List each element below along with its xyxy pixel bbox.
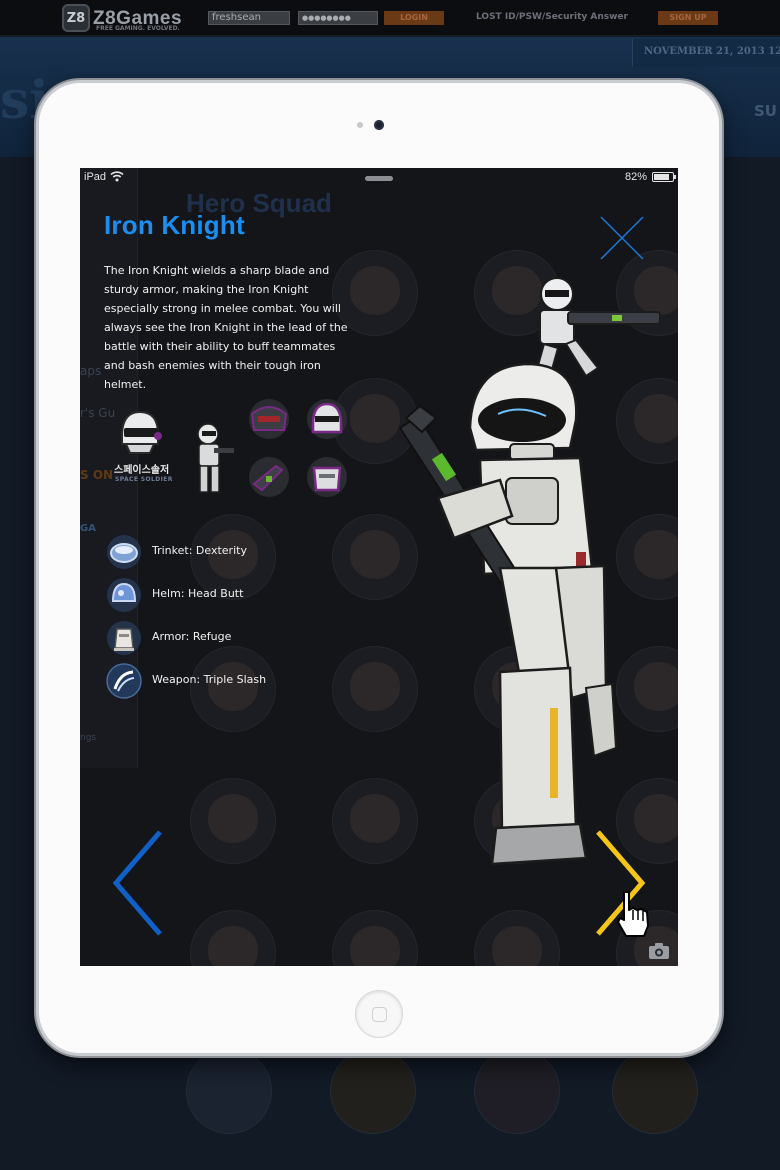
hand-pointer-icon [617, 891, 649, 937]
home-square-icon [372, 1007, 387, 1022]
login-button[interactable]: LOGIN [384, 11, 444, 25]
costume-name-kr: 스페이스솔저 [114, 465, 170, 476]
home-button[interactable] [355, 990, 403, 1038]
item-label: Weapon: Triple Slash [152, 673, 267, 686]
bg-side-item[interactable]: GA [80, 523, 96, 534]
ipad-screen: aps r's Gu S ON GA ngs Hero Squad iPad 8… [80, 168, 678, 966]
costume-helmet-icon[interactable] [114, 406, 166, 458]
bg-side-item[interactable]: S ON [80, 468, 113, 482]
site-top-bar: Z8 Z8Games FREE GAMING. EVOLVED. freshse… [0, 0, 780, 36]
site-nav-item[interactable]: SU [754, 102, 777, 120]
lost-id-link[interactable]: LOST ID/PSW/Security Answer [476, 12, 628, 22]
camera-icon[interactable] [648, 942, 670, 960]
username-input[interactable]: freshsean [208, 11, 290, 25]
bg-side-item[interactable]: aps [80, 364, 101, 378]
item-row-helm[interactable]: Helm: Head Butt [106, 577, 346, 613]
logo-badge: Z8 [62, 4, 90, 32]
bg-hero-portrait[interactable] [330, 1048, 416, 1134]
item-label: Trinket: Dexterity [152, 544, 247, 557]
item-label: Helm: Head Butt [152, 587, 244, 600]
item-label: Armor: Refuge [152, 630, 232, 643]
bg-hero-portrait[interactable] [474, 1048, 560, 1134]
gun-icon[interactable] [246, 454, 292, 500]
helm-variant-icon[interactable] [304, 396, 350, 442]
chevron-left-icon[interactable] [110, 828, 166, 938]
bg-hero-portrait[interactable] [474, 910, 560, 966]
close-x-icon[interactable] [600, 216, 644, 260]
hero-description: The Iron Knight wields a sharp blade and… [104, 264, 348, 391]
signup-button[interactable]: SIGN UP [658, 11, 718, 25]
modal-grabber[interactable] [365, 176, 393, 181]
ipad-status-bar: iPad 82% [80, 168, 678, 188]
helm-icon [107, 578, 141, 612]
bg-hero-portrait[interactable] [612, 1048, 698, 1134]
hero-illustration [398, 277, 661, 866]
bg-hero-portrait[interactable] [190, 910, 276, 966]
mask-icon[interactable] [246, 396, 292, 442]
ipad-camera [374, 120, 384, 130]
wifi-icon [110, 171, 124, 182]
trinket-icon [107, 535, 141, 569]
item-row-trinket[interactable]: Trinket: Dexterity [106, 534, 346, 570]
battery-icon [652, 172, 676, 182]
bg-side-item[interactable]: r's Gu [80, 406, 115, 420]
bg-hero-portrait[interactable] [332, 910, 418, 966]
main-soldier-figure [398, 362, 618, 866]
bg-side-item[interactable]: ngs [80, 733, 96, 743]
costume-name-en: SPACE SOLDIER [115, 476, 173, 483]
item-row-armor[interactable]: Armor: Refuge [106, 620, 346, 656]
costume-figure-icon[interactable] [186, 422, 236, 498]
item-row-weapon[interactable]: Weapon: Triple Slash [106, 663, 346, 699]
weapon-icon [106, 663, 142, 699]
hero-name: Iron Knight [104, 210, 245, 240]
armor-icon [107, 621, 141, 655]
status-device-name: iPad [84, 171, 107, 183]
site-logo[interactable]: Z8 Z8Games FREE GAMING. EVOLVED. [62, 3, 182, 33]
bg-hero-portrait[interactable] [190, 778, 276, 864]
logo-tagline: FREE GAMING. EVOLVED. [96, 25, 180, 32]
password-input[interactable]: ●●●●●●●● [298, 11, 378, 25]
battery-percent: 82% [625, 171, 648, 183]
bg-hero-portrait[interactable] [186, 1048, 272, 1134]
site-date: NOVEMBER 21, 2013 12:42 [644, 46, 780, 57]
ipad-sensor [357, 122, 363, 128]
armor-variant-icon[interactable] [304, 454, 350, 500]
